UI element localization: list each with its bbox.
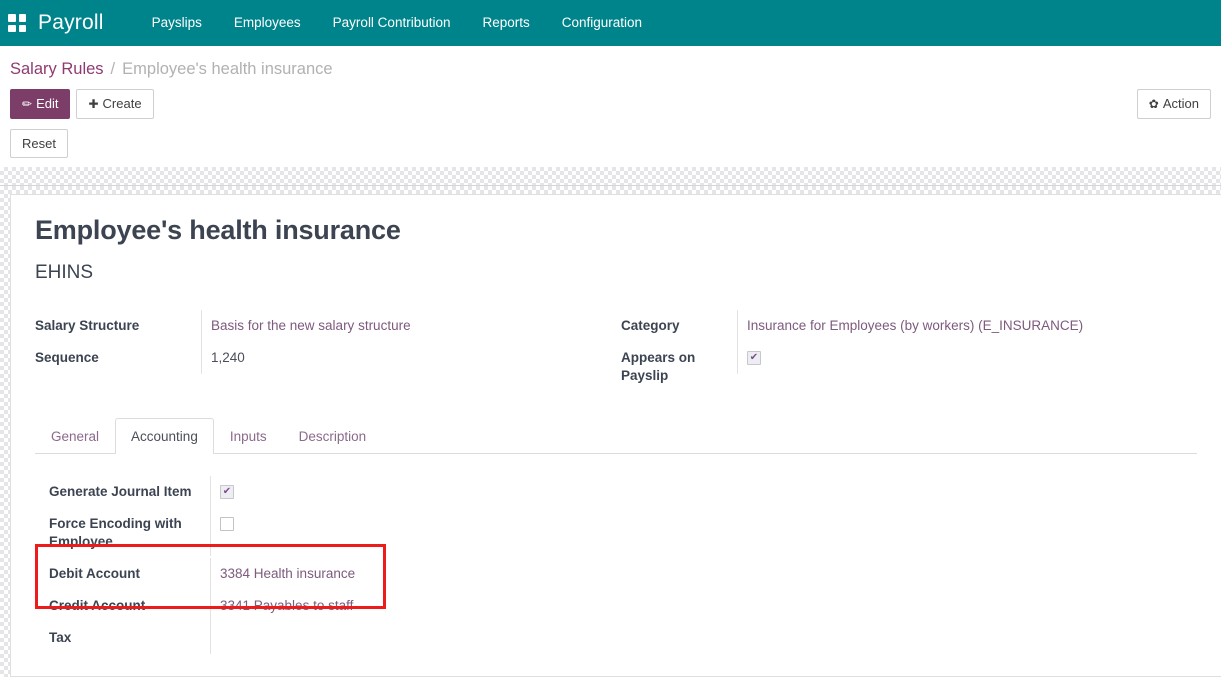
field-credit-account[interactable]: 3341 Payables to staff <box>210 590 1197 622</box>
breadcrumb-current: Employee's health insurance <box>122 60 333 78</box>
gear-icon: ✿ <box>1148 97 1159 111</box>
reset-button[interactable]: Reset <box>10 129 68 158</box>
field-salary-structure[interactable]: Basis for the new salary structure <box>201 310 621 342</box>
label-salary-structure: Salary Structure <box>35 318 140 333</box>
record-code: EHINS <box>35 262 94 283</box>
edit-button[interactable]: ✏ Edit <box>10 89 71 119</box>
breadcrumb-parent-salary-rules[interactable]: Salary Rules <box>10 60 104 79</box>
appears-on-payslip-checkbox[interactable]: ✔ <box>747 351 761 366</box>
create-button[interactable]: ✚ Create <box>76 89 154 119</box>
nav-item-configuration[interactable]: Configuration <box>546 0 658 46</box>
label-generate-journal-item: Generate Journal Item <box>49 484 192 499</box>
field-category[interactable]: Insurance for Employees (by workers) (E_… <box>737 310 1197 342</box>
edit-button-label: Edit <box>36 96 59 111</box>
nav-item-reports[interactable]: Reports <box>466 0 545 46</box>
label-credit-account: Credit Account <box>49 598 146 613</box>
notebook-tabs: General Accounting Inputs Description <box>35 418 1197 454</box>
action-button-label: Action <box>1162 96 1199 111</box>
record-fields-grid: Salary Structure Basis for the new salar… <box>35 310 1197 392</box>
tab-inputs[interactable]: Inputs <box>214 418 283 454</box>
notebook: General Accounting Inputs Description Ge… <box>35 418 1197 654</box>
accounting-fields-grid: Generate Journal Item ✔ Force Encoding w… <box>35 476 1197 654</box>
field-tax[interactable] <box>210 622 1197 654</box>
create-button-label: Create <box>102 96 142 111</box>
panel-divider <box>0 167 1221 186</box>
field-debit-account[interactable]: 3384 Health insurance <box>210 558 1197 590</box>
credit-account-value[interactable]: 3341 Payables to staff <box>220 598 353 613</box>
debit-account-value[interactable]: 3384 Health insurance <box>220 566 355 581</box>
category-value[interactable]: Insurance for Employees (by workers) (E_… <box>747 318 1083 333</box>
apps-grid-square <box>18 24 26 32</box>
nav-item-employees[interactable]: Employees <box>218 0 317 46</box>
sheet-background: Employee's health insurance EHINS Salary… <box>0 186 1221 677</box>
control-panel-buttons: ✏ Edit ✚ Create ✿ Action <box>0 83 1221 120</box>
breadcrumb: Salary Rules / Employee's health insuran… <box>0 46 1221 83</box>
action-button[interactable]: ✿ Action <box>1136 89 1211 119</box>
field-force-encoding-with-employee[interactable] <box>210 508 1197 556</box>
label-debit-account: Debit Account <box>49 566 140 581</box>
apps-grid-square <box>8 14 16 22</box>
control-panel-right: ✿ Action <box>1136 89 1211 119</box>
nav-item-payslips[interactable]: Payslips <box>136 0 218 46</box>
force-encoding-checkbox[interactable] <box>220 517 234 532</box>
field-sequence[interactable]: 1,240 <box>201 342 621 374</box>
record-form-sheet: Employee's health insurance EHINS Salary… <box>10 194 1221 677</box>
field-appears-on-payslip[interactable]: ✔ <box>737 342 1197 374</box>
label-category: Category <box>621 318 680 333</box>
app-brand-payroll[interactable]: Payroll <box>38 11 104 35</box>
salary-structure-value[interactable]: Basis for the new salary structure <box>211 318 411 333</box>
tab-description[interactable]: Description <box>283 418 383 454</box>
label-force-encoding-with-employee: Force Encoding with Employee <box>49 516 182 549</box>
label-appears-on-payslip: Appears on Payslip <box>621 350 696 383</box>
apps-grid-icon[interactable] <box>8 14 26 32</box>
label-sequence: Sequence <box>35 350 99 365</box>
tab-accounting[interactable]: Accounting <box>115 418 214 454</box>
reset-button-row: Reset <box>0 120 1221 158</box>
plus-icon: ✚ <box>88 97 99 111</box>
navbar-menu: Payslips Employees Payroll Contribution … <box>136 0 658 46</box>
generate-journal-item-checkbox[interactable]: ✔ <box>220 485 234 500</box>
apps-grid-square <box>8 24 16 32</box>
pencil-icon: ✏ <box>22 97 33 111</box>
tab-general[interactable]: General <box>35 418 115 454</box>
page-title: Employee's health insurance <box>35 215 401 245</box>
breadcrumb-separator: / <box>110 60 116 78</box>
field-generate-journal-item[interactable]: ✔ <box>210 476 1197 508</box>
label-tax: Tax <box>49 630 72 645</box>
top-navbar: Payroll Payslips Employees Payroll Contr… <box>0 0 1221 46</box>
apps-grid-square <box>18 14 26 22</box>
nav-item-payroll-contribution[interactable]: Payroll Contribution <box>317 0 467 46</box>
tab-pane-accounting: Generate Journal Item ✔ Force Encoding w… <box>35 454 1197 654</box>
